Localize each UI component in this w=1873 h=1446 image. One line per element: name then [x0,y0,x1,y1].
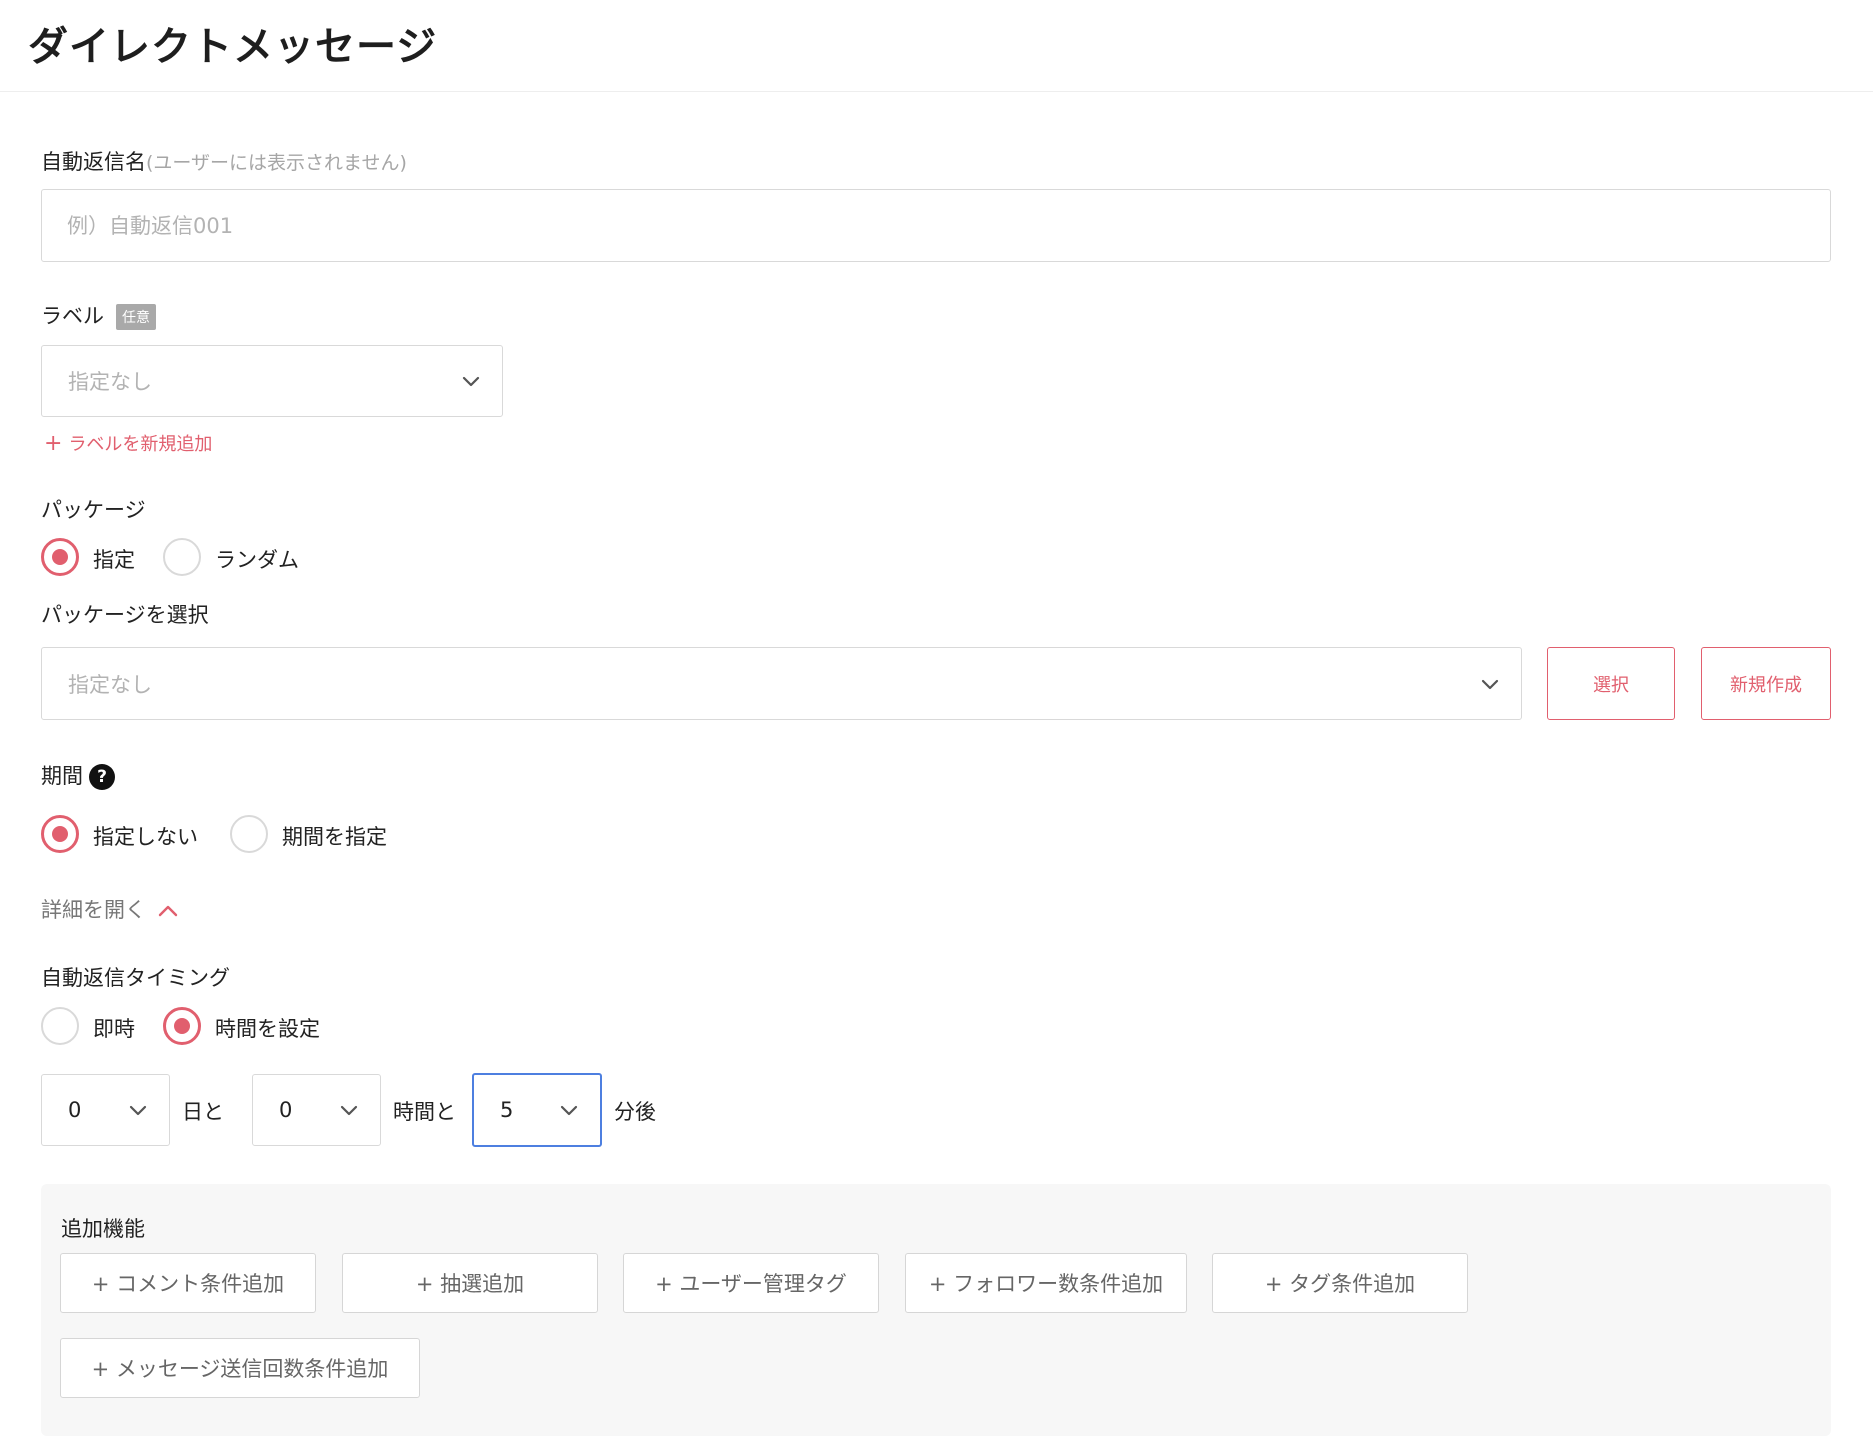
package-label: パッケージ [41,498,146,522]
chevron-down-icon [129,1105,147,1116]
extra-features-label: 追加機能 [61,1217,145,1241]
add-message-count-condition-button[interactable]: + メッセージ送信回数条件追加 [60,1338,420,1398]
period-radio-none[interactable] [41,815,79,853]
label-select[interactable]: 指定なし [41,345,503,417]
period-radio-specify[interactable] [230,815,268,853]
timing-label: 自動返信タイミング [41,966,230,990]
package-select-button[interactable]: 選択 [1547,647,1675,720]
detail-toggle[interactable]: 詳細を開く [41,894,179,924]
days-select[interactable]: 0 [41,1074,170,1146]
question-circle-icon[interactable]: ? [89,764,115,790]
add-lottery-button[interactable]: + 抽選追加 [342,1253,598,1313]
extra-features-panel: 追加機能 + コメント条件追加 + 抽選追加 + ユーザー管理タグ + フォロワ… [41,1184,1831,1436]
optional-badge: 任意 [116,304,156,330]
detail-toggle-text: 詳細を開く [41,898,146,922]
timing-radio-set-time-label: 時間を設定 [215,1017,320,1041]
auto-reply-name-input[interactable] [41,189,1831,262]
package-select[interactable]: 指定なし [41,647,1522,720]
timing-radio-immediate-label: 即時 [93,1017,135,1041]
name-label-text: 自動返信名 [41,150,146,174]
hours-suffix: 時間と [393,1100,456,1124]
chevron-down-icon [560,1105,578,1116]
days-suffix: 日と [182,1100,224,1124]
days-select-value: 0 [68,1098,82,1122]
package-radio-random-label: ランダム [215,548,299,572]
chevron-down-icon [1481,679,1499,689]
add-tag-condition-button[interactable]: + タグ条件追加 [1212,1253,1468,1313]
package-radio-random[interactable] [163,538,201,576]
plus-icon: + [44,431,63,456]
minutes-select-value: 5 [500,1098,514,1122]
timing-radio-set-time[interactable] [163,1007,201,1045]
add-comment-condition-button[interactable]: + コメント条件追加 [60,1253,316,1313]
label-select-value: 指定なし [68,370,152,394]
page-title: ダイレクトメッセージ [28,24,438,70]
period-label-text: 期間 [41,764,83,788]
chevron-down-icon [462,376,480,387]
page-header: ダイレクトメッセージ [0,0,1873,92]
chevron-up-icon [158,905,177,917]
timing-radio-immediate[interactable] [41,1007,79,1045]
label-field-label-text: ラベル [41,304,104,328]
package-create-button[interactable]: 新規作成 [1701,647,1831,720]
label-field-label: ラベル 任意 [41,300,156,330]
minutes-select[interactable]: 5 [472,1073,602,1147]
package-select-label: パッケージを選択 [41,603,209,627]
minutes-suffix: 分後 [614,1100,656,1124]
hours-select-value: 0 [279,1098,293,1122]
name-label: 自動返信名(ユーザーには表示されません) [41,146,407,176]
chevron-down-icon [340,1105,358,1116]
hours-select[interactable]: 0 [252,1074,381,1146]
name-label-note: (ユーザーには表示されません) [146,152,407,174]
add-follower-condition-button[interactable]: + フォロワー数条件追加 [905,1253,1187,1313]
package-radio-specified-label: 指定 [93,548,135,572]
period-radio-specify-label: 期間を指定 [282,825,387,849]
package-radio-specified[interactable] [41,538,79,576]
add-label-link-text: ラベルを新規追加 [68,434,213,455]
period-radio-none-label: 指定しない [93,825,198,849]
package-select-value: 指定なし [68,672,152,697]
add-user-tag-button[interactable]: + ユーザー管理タグ [623,1253,879,1313]
add-label-link[interactable]: + ラベルを新規追加 [44,430,212,456]
period-label: 期間? [41,760,115,790]
